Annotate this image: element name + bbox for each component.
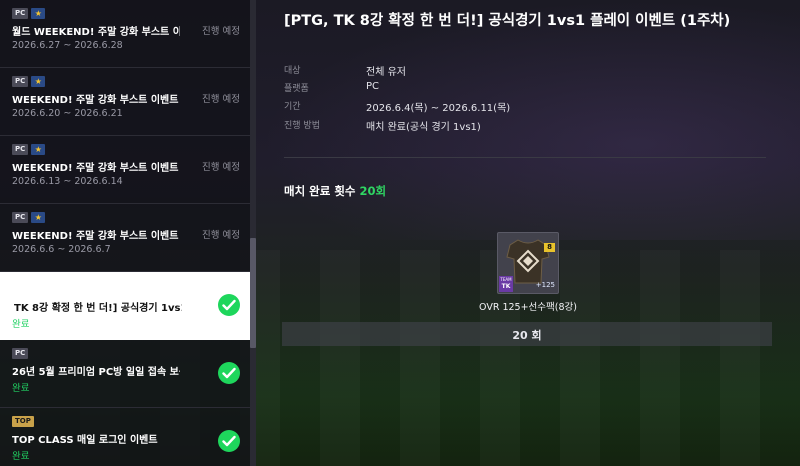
event-date: 2026.6.6 ~ 2026.6.7 [12,244,111,255]
check-icon [218,362,240,384]
event-title: WEEKEND! 주말 강화 부스트 이벤트 [PC방 [12,163,180,174]
team-badge-bottom: TK [501,283,511,290]
info-value: 전체 유저 [366,67,406,78]
star-icon: ★ [31,212,46,223]
event-item[interactable]: PC ★ WEEKEND! 주말 강화 부스트 이벤트 [PC방 2026.6.… [0,68,250,136]
reward-card[interactable]: 8 TEAM TK +125 [497,232,559,294]
event-status: 진행 예정 [202,94,240,105]
info-value: PC [366,81,380,92]
check-icon [218,430,240,452]
reward-level-badge: 8 [544,243,555,252]
scrollbar-thumb[interactable] [250,238,256,348]
pc-badge: PC [12,212,29,223]
progress-text: 20 회 [512,329,542,342]
star-icon: ★ [31,8,46,19]
event-status: 진행 예정 [202,230,240,241]
mission-label: 매치 완료 횟수 [284,184,356,198]
section-divider [284,157,766,158]
check-icon [218,294,240,316]
event-badges: PC [12,348,29,359]
event-title: 월드 WEEKEND! 주말 강화 부스트 이벤트 [ [12,27,180,38]
event-item[interactable]: PC 26년 5월 프리미엄 PC방 일일 접속 보상 (2 완료 [0,340,250,408]
event-item[interactable]: TOP TOP CLASS 매일 로그인 이벤트 완료 [0,408,250,466]
event-item-selected[interactable]: TK 8강 확정 한 번 더!] 공식경기 1vs1 플레 완료 [0,272,250,340]
info-label: 기간 [284,102,301,112]
event-title: 26년 5월 프리미엄 PC방 일일 접속 보상 (2 [12,367,180,378]
event-title: TOP CLASS 매일 로그인 이벤트 [12,435,158,446]
info-label: 대상 [284,66,301,76]
event-date: 2026.6.13 ~ 2026.6.14 [12,176,123,187]
event-badges: PC ★ [12,76,46,87]
event-title: WEEKEND! 주말 강화 부스트 이벤트 [PC방] [12,231,180,242]
pc-badge: PC [12,8,29,19]
top-badge: TOP [12,416,34,427]
info-value: 매치 완료(공식 경기 1vs1) [366,122,481,133]
event-badges: PC ★ [12,212,46,223]
pc-badge: PC [12,144,29,155]
reward-name: OVR 125+선수팩(8강) [479,302,577,313]
event-date: 2026.6.27 ~ 2026.6.28 [12,40,123,51]
info-label: 진행 방법 [284,121,320,131]
event-badges: TOP [12,416,34,427]
event-title: WEEKEND! 주말 강화 부스트 이벤트 [PC방 [12,95,180,106]
event-item[interactable]: PC ★ WEEKEND! 주말 강화 부스트 이벤트 [PC방] 2026.6… [0,204,250,272]
event-detail-title: [PTG, TK 8강 확정 한 번 더!] 공식경기 1vs1 플레이 이벤트… [284,13,731,29]
event-badges: PC ★ [12,8,46,19]
team-badge-top: TEAM [500,277,512,282]
reward-ovr-plus: +125 [535,281,555,289]
star-icon: ★ [31,76,46,87]
event-item[interactable]: PC ★ WEEKEND! 주말 강화 부스트 이벤트 [PC방 2026.6.… [0,136,250,204]
pc-badge: PC [12,348,29,359]
mission-title: 매치 완료 횟수 20회 [284,183,386,199]
event-status: 진행 예정 [202,162,240,173]
event-status-done: 완료 [12,451,30,462]
mission-progress-bar: 20 회 [282,322,772,346]
star-icon: ★ [31,144,46,155]
event-date: 2026.6.20 ~ 2026.6.21 [12,108,123,119]
event-status: 진행 예정 [202,26,240,37]
info-value: 2026.6.4(목) ~ 2026.6.11(목) [366,103,511,114]
event-status-done: 완료 [12,383,30,394]
mission-count: 20회 [359,184,387,198]
event-status-done: 완료 [12,319,30,330]
event-item[interactable]: PC ★ 월드 WEEKEND! 주말 강화 부스트 이벤트 [ 2026.6.… [0,0,250,68]
event-list-scrollbar[interactable] [250,0,256,466]
pc-badge: PC [12,76,29,87]
event-badges: PC ★ [12,144,46,155]
info-label: 플랫폼 [284,84,309,94]
event-list-panel: PC ★ 월드 WEEKEND! 주말 강화 부스트 이벤트 [ 2026.6.… [0,0,256,466]
event-title: TK 8강 확정 한 번 더!] 공식경기 1vs1 플레 [14,303,182,314]
team-badge: TEAM TK [499,276,513,292]
